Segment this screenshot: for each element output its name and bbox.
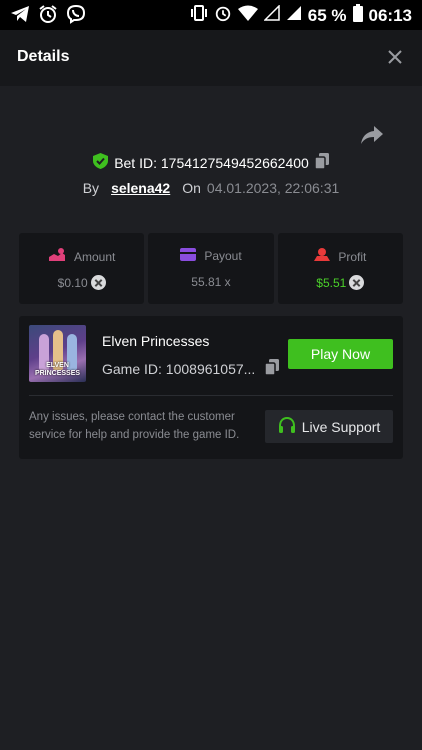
bet-id: Bet ID: 1754127549452662400: [114, 154, 309, 171]
close-icon: [388, 50, 402, 64]
bet-author-row: By selena42 On 04.01.2023, 22:06:31: [0, 180, 422, 196]
alarm-clock-icon: [38, 4, 58, 29]
game-id-row: Game ID: 1008961057...: [102, 359, 280, 378]
game-thumbnail[interactable]: ELVEN PRINCESSES: [29, 325, 86, 382]
amount-stat: Amount $0.10: [19, 233, 145, 304]
status-bar: 65 % 06:13: [0, 0, 422, 30]
details-header: Details: [0, 30, 422, 86]
live-support-button[interactable]: Live Support: [265, 410, 393, 443]
wallet-icon: [180, 248, 197, 264]
copy-icon: [264, 359, 280, 376]
copy-icon: [314, 153, 329, 170]
shield-check-icon: [93, 153, 109, 172]
headset-icon: [278, 416, 296, 437]
close-button[interactable]: [386, 48, 404, 66]
currency-coin-icon: [90, 275, 106, 290]
signal-icon: [286, 5, 302, 26]
by-label: By: [82, 180, 100, 196]
profit-label: Profit: [338, 249, 367, 264]
payout-value: 55.81 x: [191, 275, 231, 289]
vibrate-icon: [190, 4, 208, 27]
live-support-label: Live Support: [301, 418, 381, 435]
payout-stat: Payout 55.81 x: [148, 233, 274, 304]
bet-date: 04.01.2023, 22:06:31: [206, 180, 340, 196]
alarm-icon: [214, 4, 232, 27]
share-button[interactable]: [360, 124, 384, 146]
payout-label: Payout: [204, 249, 242, 263]
play-now-button[interactable]: Play Now: [288, 339, 393, 369]
profit-value: $5.51: [316, 275, 347, 290]
signal-empty-icon: [262, 4, 280, 26]
amount-label: Amount: [73, 249, 116, 264]
battery-icon: [352, 4, 363, 27]
amount-icon: [48, 248, 66, 265]
currency-coin-icon: [349, 275, 365, 290]
amount-value: $0.10: [57, 275, 88, 290]
copy-bet-id-button[interactable]: [314, 153, 329, 172]
game-id: Game ID: 1008961057...: [102, 360, 256, 377]
telegram-icon: [10, 5, 30, 28]
support-message: Any issues, please contact the customer …: [29, 411, 240, 441]
battery-percent: 65 %: [307, 5, 347, 25]
clock: 06:13: [368, 5, 412, 25]
profit-icon: [314, 248, 331, 265]
thumbnail-logo-text: ELVEN PRINCESSES: [34, 362, 81, 377]
game-name: Elven Princesses: [102, 333, 210, 349]
wifi-icon: [237, 5, 258, 26]
status-bar-notifications: [10, 4, 86, 29]
on-label: On: [182, 180, 201, 196]
bet-id-row: Bet ID: 1754127549452662400: [0, 153, 422, 172]
page-title: Details: [17, 48, 70, 65]
bet-stats: Amount $0.10 Payout 55.81 x Profit $5.51: [19, 233, 403, 304]
game-card: ELVEN PRINCESSES Elven Princesses Game I…: [19, 316, 403, 459]
copy-game-id-button[interactable]: [264, 359, 280, 378]
username-link[interactable]: selena42: [111, 180, 170, 196]
viber-icon: [66, 4, 86, 29]
profit-stat: Profit $5.51: [277, 233, 403, 304]
divider: [29, 395, 393, 396]
status-bar-system: 65 % 06:13: [190, 4, 412, 27]
share-icon: [361, 126, 383, 144]
